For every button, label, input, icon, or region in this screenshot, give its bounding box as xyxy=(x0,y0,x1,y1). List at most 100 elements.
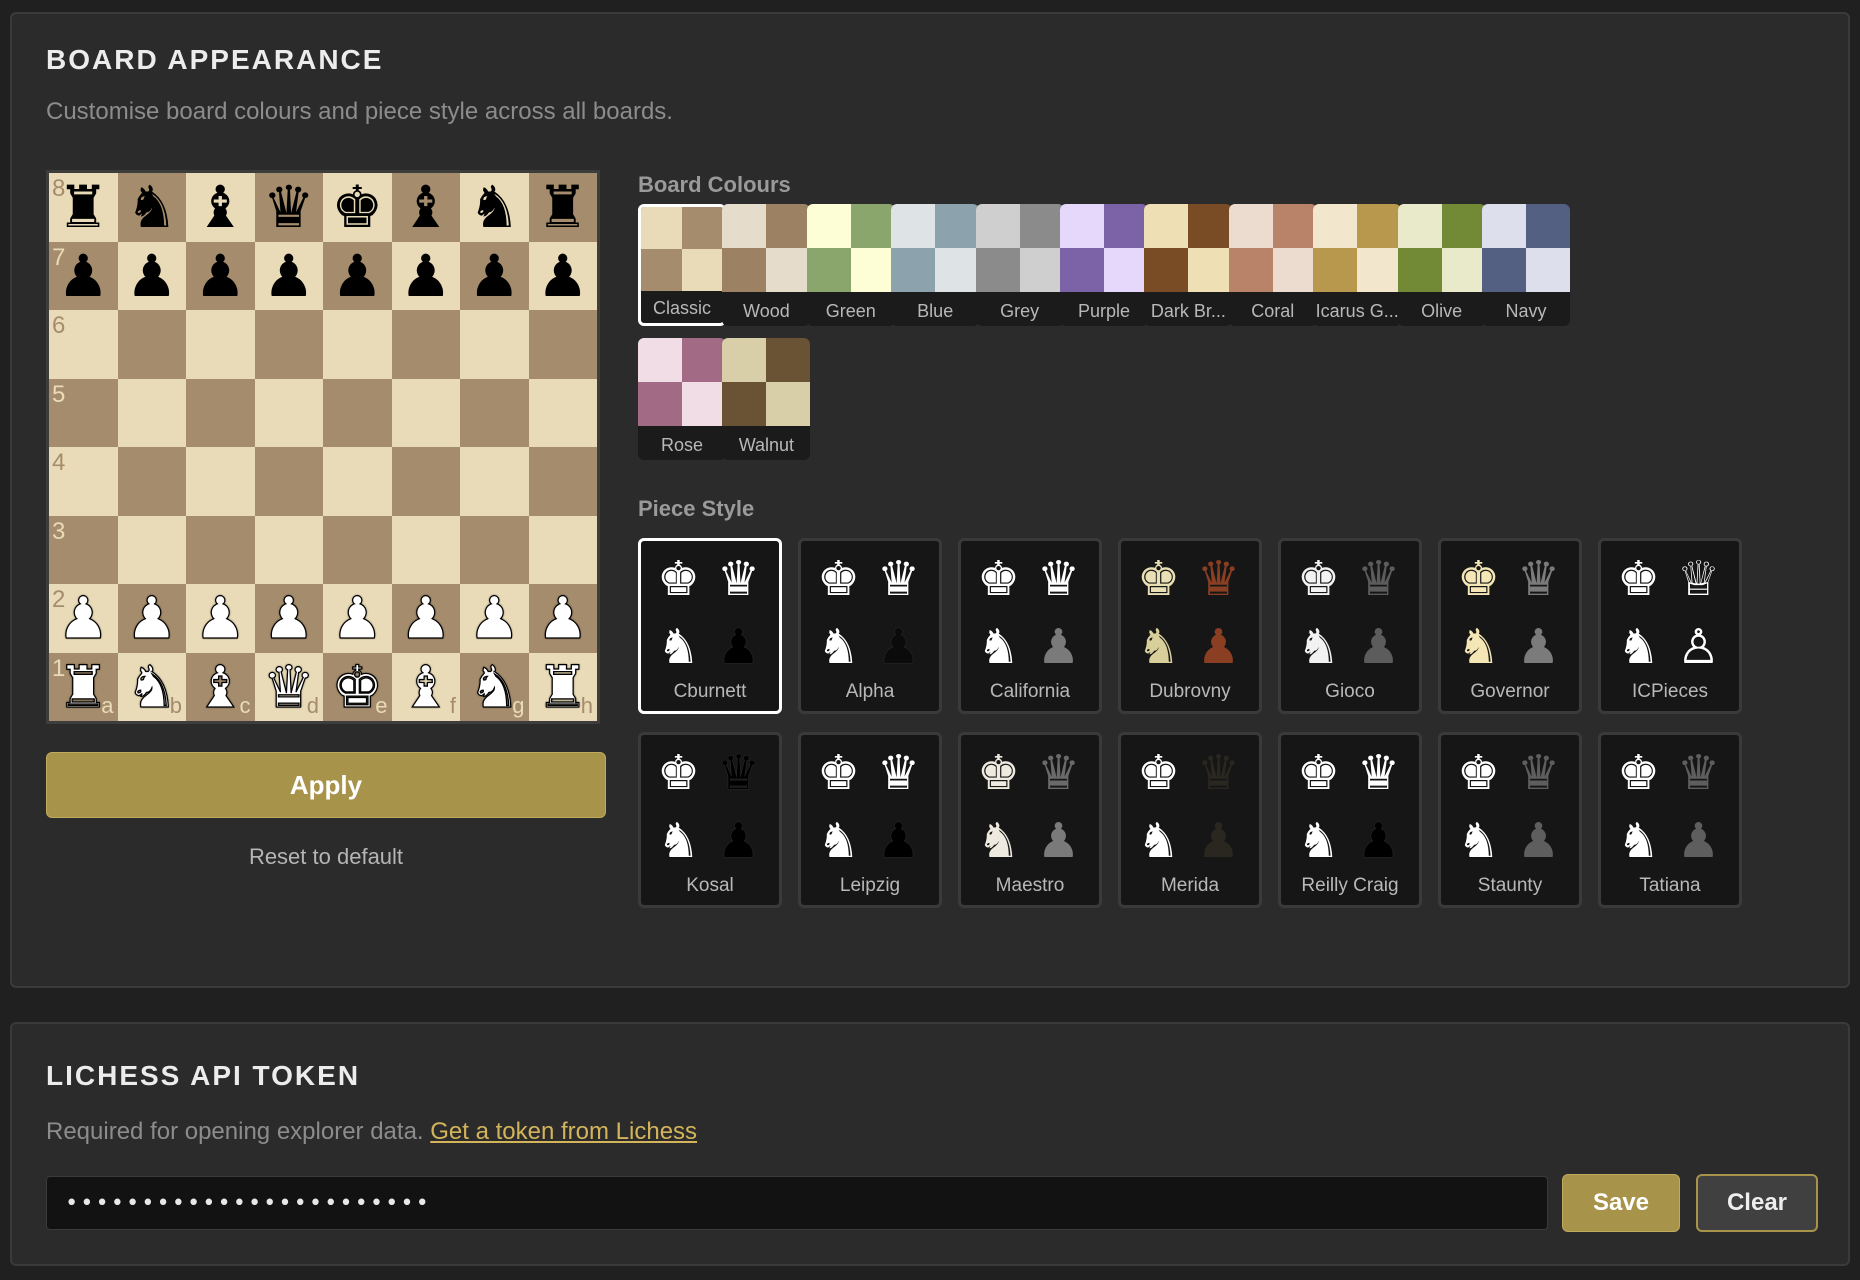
board-colour-swatch[interactable]: Classic xyxy=(638,204,726,326)
board-square[interactable]: ♟ xyxy=(460,584,529,653)
board-colour-swatch[interactable]: Walnut xyxy=(722,338,811,460)
board-square[interactable] xyxy=(323,515,392,584)
board-square[interactable] xyxy=(391,447,460,516)
piece-style-card[interactable]: ♚ ♛ ♞ ♟ Alpha xyxy=(798,538,942,714)
board-square[interactable] xyxy=(528,515,597,584)
board-square[interactable] xyxy=(528,310,597,379)
board-square[interactable] xyxy=(391,378,460,447)
piece-style-card[interactable]: ♚ ♛ ♞ ♟ Cburnett xyxy=(638,538,782,714)
board-square[interactable] xyxy=(254,310,323,379)
board-colour-swatch[interactable]: Green xyxy=(806,204,895,326)
board-square[interactable] xyxy=(391,515,460,584)
piece-style-card[interactable]: ♚ ♛ ♞ ♟ Maestro xyxy=(958,732,1102,908)
board-square[interactable]: ♚ xyxy=(323,173,392,242)
board-square[interactable]: ♟ xyxy=(117,241,186,310)
board-square[interactable] xyxy=(117,515,186,584)
board-square[interactable]: ♞ xyxy=(460,173,529,242)
board-colour-swatch[interactable]: Dark Br... xyxy=(1144,204,1233,326)
black-pawn-icon[interactable]: ♟ xyxy=(194,247,246,305)
board-square[interactable]: d ♛ xyxy=(254,652,323,721)
board-square[interactable] xyxy=(186,447,255,516)
board-square[interactable]: ♟ xyxy=(391,241,460,310)
black-knight-icon[interactable]: ♞ xyxy=(126,178,178,236)
board-square[interactable]: ♛ xyxy=(254,173,323,242)
black-pawn-icon[interactable]: ♟ xyxy=(537,247,589,305)
board-square[interactable] xyxy=(323,310,392,379)
board-square[interactable] xyxy=(460,447,529,516)
black-bishop-icon[interactable]: ♝ xyxy=(194,178,246,236)
piece-style-card[interactable]: ♚ ♛ ♞ ♟ Reilly Craig xyxy=(1278,732,1422,908)
board-square[interactable] xyxy=(186,515,255,584)
board-square[interactable] xyxy=(460,378,529,447)
black-knight-icon[interactable]: ♞ xyxy=(468,178,520,236)
board-square[interactable]: ♟ xyxy=(323,241,392,310)
apply-button[interactable]: Apply xyxy=(46,752,606,818)
board-square[interactable]: 7 ♟ xyxy=(49,241,118,310)
piece-style-card[interactable]: ♚ ♛ ♞ ♟ Dubrovny xyxy=(1118,538,1262,714)
save-token-button[interactable]: Save xyxy=(1562,1174,1680,1232)
board-square[interactable]: 4 xyxy=(49,447,118,516)
piece-style-card[interactable]: ♚ ♛ ♞ ♟ Staunty xyxy=(1438,732,1582,908)
api-token-input[interactable] xyxy=(46,1176,1548,1230)
black-pawn-icon[interactable]: ♟ xyxy=(263,247,315,305)
board-square[interactable]: 3 xyxy=(49,515,118,584)
board-square[interactable]: ♟ xyxy=(528,241,597,310)
black-rook-icon[interactable]: ♜ xyxy=(537,178,589,236)
board-colour-swatch[interactable]: Grey xyxy=(975,204,1064,326)
board-square[interactable]: f ♝ xyxy=(391,652,460,721)
board-square[interactable] xyxy=(254,515,323,584)
board-square[interactable] xyxy=(254,378,323,447)
reset-to-default-link[interactable]: Reset to default xyxy=(46,844,606,870)
board-square[interactable] xyxy=(528,378,597,447)
black-pawn-icon[interactable]: ♟ xyxy=(331,247,383,305)
board-square[interactable] xyxy=(117,310,186,379)
board-square[interactable] xyxy=(323,378,392,447)
board-square[interactable]: e ♚ xyxy=(323,652,392,721)
board-square[interactable] xyxy=(391,310,460,379)
black-bishop-icon[interactable]: ♝ xyxy=(400,178,452,236)
board-square[interactable] xyxy=(254,447,323,516)
board-square[interactable] xyxy=(528,447,597,516)
black-king-icon[interactable]: ♚ xyxy=(331,178,383,236)
board-square[interactable]: ♟ xyxy=(528,584,597,653)
white-pawn-icon[interactable]: ♟ xyxy=(125,589,178,648)
board-square[interactable] xyxy=(460,310,529,379)
piece-style-card[interactable]: ♚ ♛ ♞ ♟ Leipzig xyxy=(798,732,942,908)
white-bishop-icon[interactable]: ♝ xyxy=(399,657,452,716)
white-pawn-icon[interactable]: ♟ xyxy=(536,589,589,648)
board-colour-swatch[interactable]: Rose xyxy=(638,338,726,460)
board-square[interactable]: ♟ xyxy=(254,584,323,653)
board-square[interactable] xyxy=(323,447,392,516)
board-colour-swatch[interactable]: Coral xyxy=(1228,204,1317,326)
piece-style-card[interactable]: ♚ ♕ ♞ ♙ ICPieces xyxy=(1598,538,1742,714)
board-square[interactable]: h ♜ xyxy=(528,652,597,721)
board-square[interactable]: ♜ xyxy=(528,173,597,242)
board-colour-swatch[interactable]: Wood xyxy=(722,204,811,326)
board-square[interactable] xyxy=(460,515,529,584)
board-square[interactable] xyxy=(117,378,186,447)
piece-style-card[interactable]: ♚ ♛ ♞ ♟ Governor xyxy=(1438,538,1582,714)
piece-style-card[interactable]: ♚ ♛ ♞ ♟ Gioco xyxy=(1278,538,1422,714)
board-square[interactable]: ♟ xyxy=(254,241,323,310)
board-square[interactable]: b ♞ xyxy=(117,652,186,721)
piece-style-card[interactable]: ♚ ♛ ♞ ♟ Kosal xyxy=(638,732,782,908)
board-square[interactable]: ♟ xyxy=(186,584,255,653)
black-pawn-icon[interactable]: ♟ xyxy=(126,247,178,305)
board-colour-swatch[interactable]: Olive xyxy=(1397,204,1486,326)
board-square[interactable]: c ♝ xyxy=(186,652,255,721)
board-square[interactable]: ♟ xyxy=(391,584,460,653)
board-square[interactable] xyxy=(117,447,186,516)
black-pawn-icon[interactable]: ♟ xyxy=(468,247,520,305)
white-pawn-icon[interactable]: ♟ xyxy=(331,589,384,648)
get-token-link[interactable]: Get a token from Lichess xyxy=(430,1118,697,1145)
black-queen-icon[interactable]: ♛ xyxy=(263,178,315,236)
board-square[interactable]: 6 xyxy=(49,310,118,379)
board-square[interactable]: ♟ xyxy=(460,241,529,310)
piece-style-card[interactable]: ♚ ♛ ♞ ♟ Tatiana xyxy=(1598,732,1742,908)
board-square[interactable]: g ♞ xyxy=(460,652,529,721)
board-square[interactable]: 8 ♜ xyxy=(49,173,118,242)
board-colour-swatch[interactable]: Purple xyxy=(1060,204,1148,326)
board-square[interactable]: ♝ xyxy=(391,173,460,242)
white-pawn-icon[interactable]: ♟ xyxy=(262,589,315,648)
white-pawn-icon[interactable]: ♟ xyxy=(468,589,521,648)
